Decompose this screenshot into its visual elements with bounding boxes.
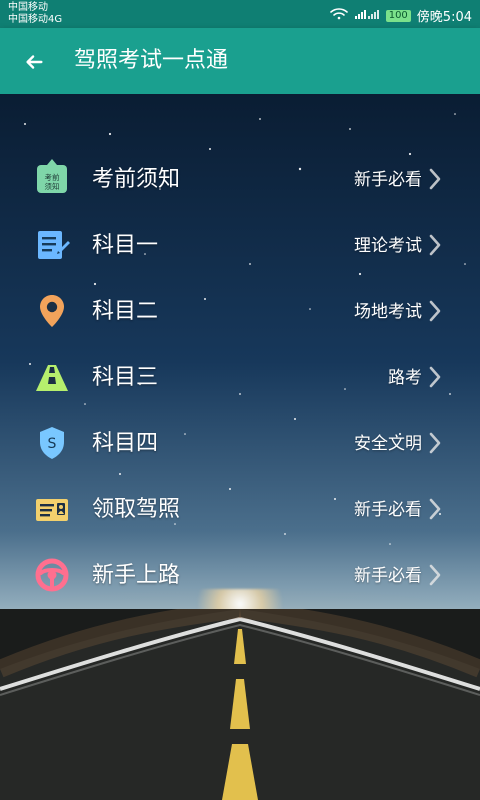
- menu-item-hint: 场地考试: [354, 302, 422, 322]
- menu-item-subject-2[interactable]: 科目二 场地考试: [0, 279, 480, 345]
- menu-item-label: 领取驾照: [92, 497, 181, 522]
- menu-item-hint: 理论考试: [354, 236, 422, 256]
- menu-item-new-driver[interactable]: 新手上路 新手必看: [0, 543, 480, 609]
- menu-item-hint: 安全文明: [354, 434, 422, 454]
- page-title: 驾照考试一点通: [74, 48, 229, 73]
- menu-item-label: 科目一: [92, 233, 159, 258]
- signal-icon: [354, 8, 380, 24]
- menu-item-label: 科目四: [92, 431, 159, 456]
- shield-letter: S: [48, 436, 57, 452]
- steering-wheel-icon: [30, 553, 74, 597]
- arrow-left-icon: [26, 55, 43, 69]
- chevron-right-icon: [426, 429, 444, 457]
- svg-text:考前: 考前: [45, 172, 60, 182]
- location-pin-icon: [30, 289, 74, 333]
- exam-notice-badge-line-2: 须知: [45, 181, 60, 191]
- menu-item-get-license[interactable]: 领取驾照 新手必看: [0, 477, 480, 543]
- chevron-right-icon: [426, 561, 444, 589]
- back-button[interactable]: [18, 46, 50, 78]
- menu-item-subject-4[interactable]: S 科目四 安全文明: [0, 411, 480, 477]
- svg-text:S: S: [48, 436, 57, 452]
- menu-item-label: 科目三: [92, 365, 159, 390]
- menu-item-subject-1[interactable]: 科目一 理论考试: [0, 213, 480, 279]
- notepad-edit-icon: [30, 223, 74, 267]
- status-bar: 中国移动 中国移动4G 100 傍晚5:04: [0, 0, 480, 28]
- carrier-info: 中国移动 中国移动4G: [8, 2, 62, 26]
- menu-item-label: 考前须知: [92, 167, 181, 192]
- wifi-icon: [329, 7, 348, 24]
- chevron-right-icon: [426, 297, 444, 325]
- menu-item-hint: 新手必看: [354, 170, 422, 190]
- shield-s-icon: S: [30, 421, 74, 465]
- road: [0, 609, 480, 800]
- menu-list: 考前 须知 考前须知 新手必看 科目一 理论考试 科目二 场地考试 科目三 路考…: [0, 147, 480, 609]
- chevron-right-icon: [426, 495, 444, 523]
- status-icons: 100 傍晚5:04: [329, 6, 472, 25]
- chevron-right-icon: [426, 363, 444, 391]
- battery-icon: 100: [385, 9, 411, 22]
- menu-item-subject-3[interactable]: 科目三 路考: [0, 345, 480, 411]
- menu-item-hint: 新手必看: [354, 500, 422, 520]
- menu-item-hint: 新手必看: [354, 566, 422, 586]
- license-card-icon: [30, 487, 74, 531]
- chevron-right-icon: [426, 165, 444, 193]
- carrier-line-1: 中国移动: [8, 2, 48, 13]
- menu-item-label: 新手上路: [92, 563, 181, 588]
- exam-notice-badge-line-1: 考前: [45, 172, 60, 182]
- carrier-line-2: 中国移动4G: [8, 14, 63, 25]
- svg-text:须知: 须知: [45, 181, 60, 191]
- menu-item-exam-notice[interactable]: 考前 须知 考前须知 新手必看: [0, 147, 480, 213]
- chevron-right-icon: [426, 231, 444, 259]
- menu-item-label: 科目二: [92, 299, 159, 324]
- road-icon: [30, 355, 74, 399]
- status-time: 傍晚5:04: [416, 10, 472, 25]
- exam-notice-icon: 考前 须知: [30, 157, 74, 201]
- menu-item-hint: 路考: [388, 368, 422, 388]
- app-bar: 驾照考试一点通: [0, 28, 480, 94]
